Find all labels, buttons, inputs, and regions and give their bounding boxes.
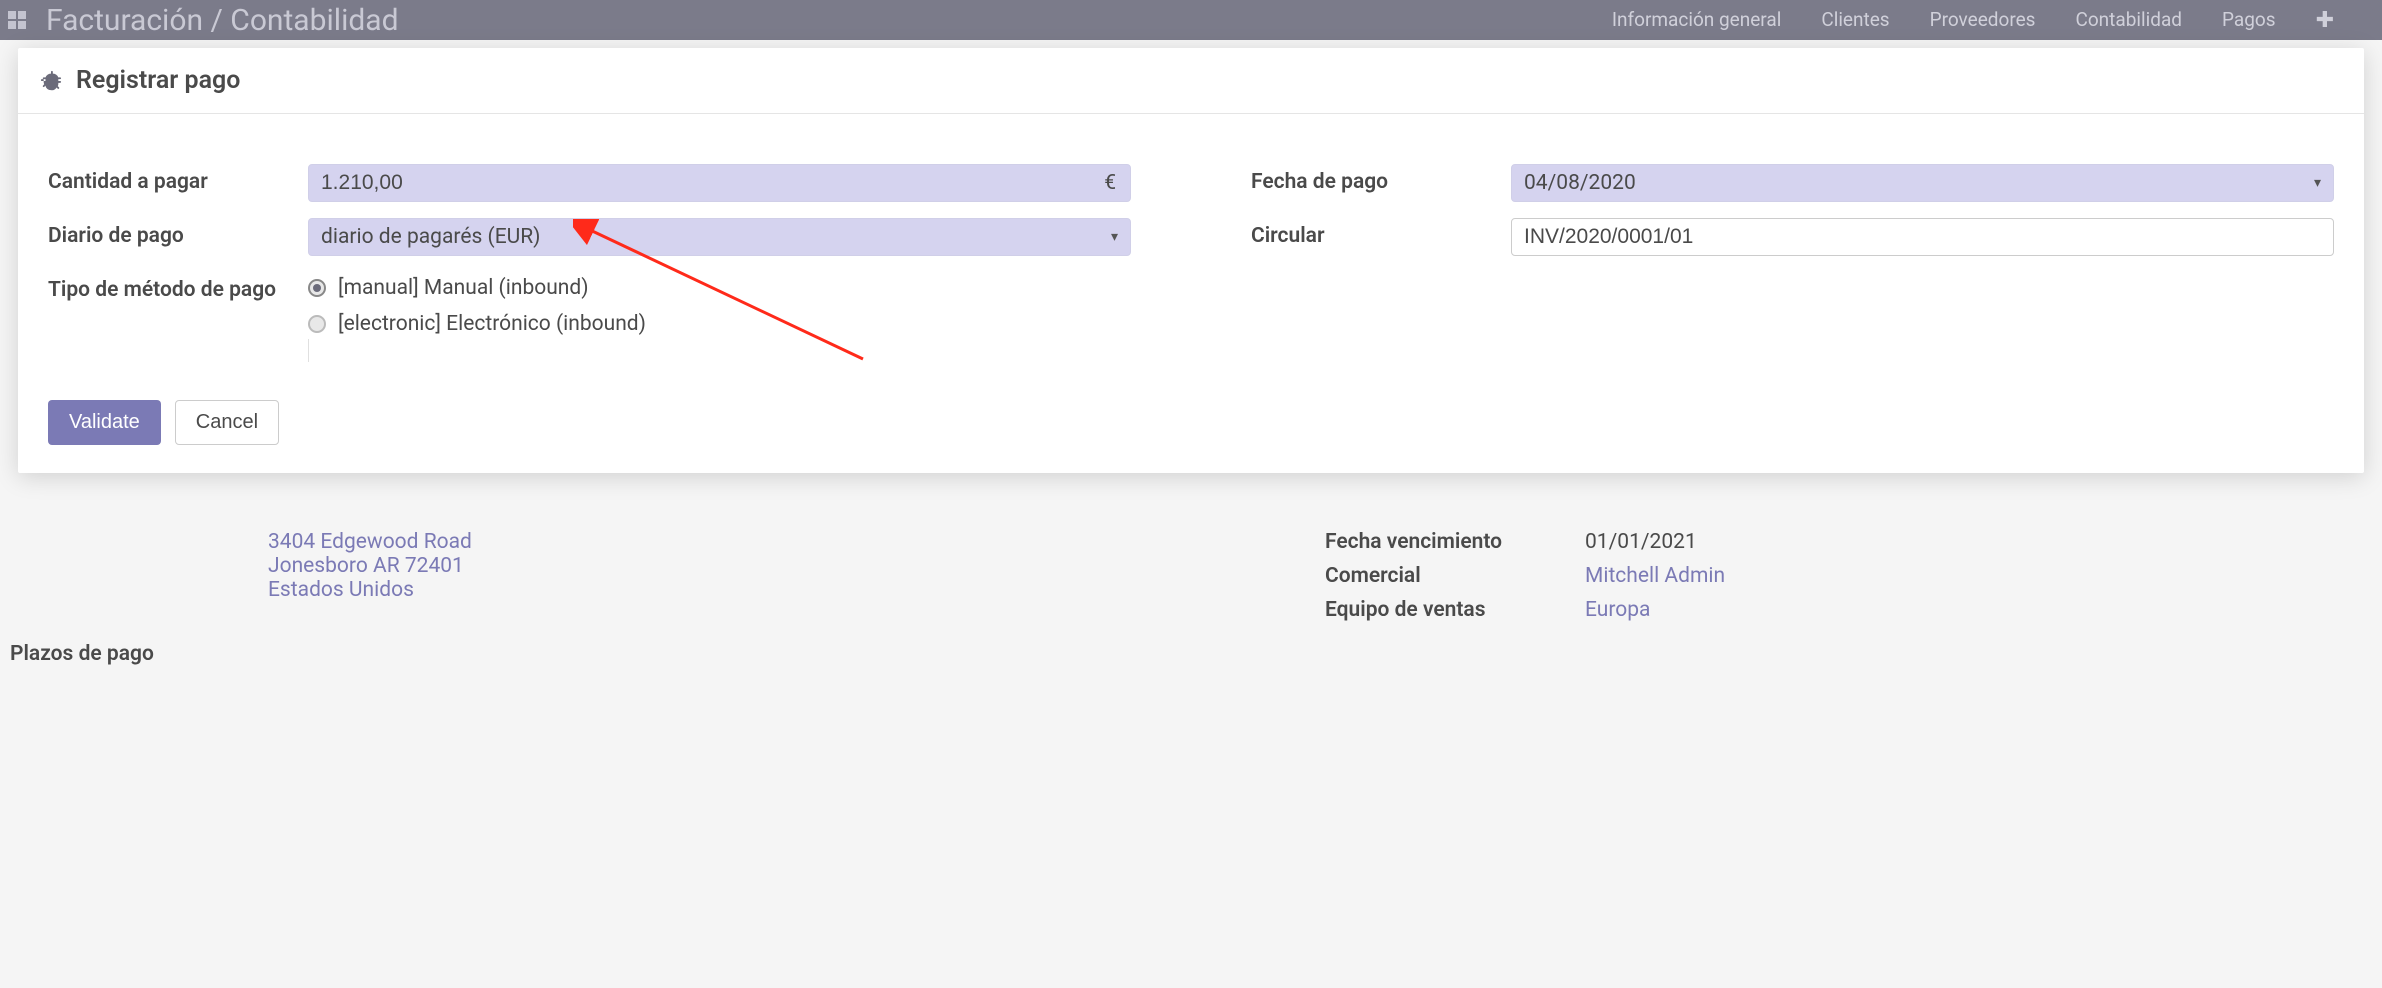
amount-input[interactable]: [309, 165, 1090, 201]
caret-down-icon: ▾: [2314, 175, 2321, 191]
bg-due-value: 01/01/2021: [1585, 530, 1697, 554]
date-value: 04/08/2020: [1524, 171, 2314, 195]
nav-menu: Información general Clientes Proveedores…: [1612, 8, 2334, 33]
method-radio-electronic[interactable]: [electronic] Electrónico (inbound): [308, 312, 1131, 336]
nav-item-overview[interactable]: Información general: [1612, 8, 1781, 33]
date-label: Fecha de pago: [1251, 164, 1511, 194]
method-radio-group: [manual] Manual (inbound) [electronic] E…: [308, 272, 1131, 336]
journal-value: diario de pagarés (EUR): [321, 225, 1111, 249]
bg-address-country: Estados Unidos: [268, 578, 1315, 602]
nav-item-payments[interactable]: Pagos: [2222, 8, 2276, 33]
amount-label: Cantidad a pagar: [48, 164, 308, 194]
amount-input-wrap[interactable]: €: [308, 164, 1131, 202]
modal-header: Registrar pago: [18, 48, 2364, 114]
method-label: Tipo de método de pago: [48, 272, 308, 302]
radio-icon: [308, 315, 326, 333]
plus-icon[interactable]: ✚: [2316, 8, 2334, 33]
apps-icon[interactable]: [8, 11, 26, 29]
nav-item-customers[interactable]: Clientes: [1821, 8, 1889, 33]
nav-item-accounting[interactable]: Contabilidad: [2075, 8, 2182, 33]
currency-symbol: €: [1090, 171, 1130, 195]
modal-footer: Validate Cancel: [18, 382, 2364, 473]
cancel-button[interactable]: Cancel: [175, 400, 279, 445]
bg-team-label: Equipo de ventas: [1325, 598, 1585, 622]
method-radio-label: [electronic] Electrónico (inbound): [338, 312, 646, 336]
main-navbar: Facturación / Contabilidad Información g…: [0, 0, 2382, 40]
bg-sales-value[interactable]: Mitchell Admin: [1585, 564, 1725, 588]
bg-due-label: Fecha vencimiento: [1325, 530, 1585, 554]
app-title: Facturación / Contabilidad: [46, 3, 399, 38]
bg-address-line2: Jonesboro AR 72401: [268, 554, 1315, 578]
modal-body: Cantidad a pagar € Diario de pago diario…: [18, 114, 2364, 382]
bg-team-value[interactable]: Europa: [1585, 598, 1650, 622]
chevron-down-icon: ▾: [1111, 229, 1118, 245]
bg-sales-label: Comercial: [1325, 564, 1585, 588]
method-radio-label: [manual] Manual (inbound): [338, 276, 589, 300]
method-radio-manual[interactable]: [manual] Manual (inbound): [308, 276, 1131, 300]
register-payment-modal: Registrar pago Cantidad a pagar € Diario…: [18, 48, 2364, 473]
bg-address-line1: 3404 Edgewood Road: [268, 530, 1315, 554]
bug-icon[interactable]: [40, 70, 62, 92]
nav-item-vendors[interactable]: Proveedores: [1930, 8, 2036, 33]
date-input[interactable]: 04/08/2020 ▾: [1511, 164, 2334, 202]
background-form: 3404 Edgewood Road Jonesboro AR 72401 Es…: [0, 530, 2382, 666]
modal-title: Registrar pago: [76, 66, 240, 95]
radio-icon: [308, 279, 326, 297]
bg-payterm-label: Plazos de pago: [10, 642, 2372, 666]
memo-label: Circular: [1251, 218, 1511, 248]
journal-label: Diario de pago: [48, 218, 308, 248]
divider: [308, 339, 309, 362]
validate-button[interactable]: Validate: [48, 400, 161, 445]
journal-select[interactable]: diario de pagarés (EUR) ▾: [308, 218, 1131, 256]
memo-input[interactable]: [1511, 218, 2334, 256]
